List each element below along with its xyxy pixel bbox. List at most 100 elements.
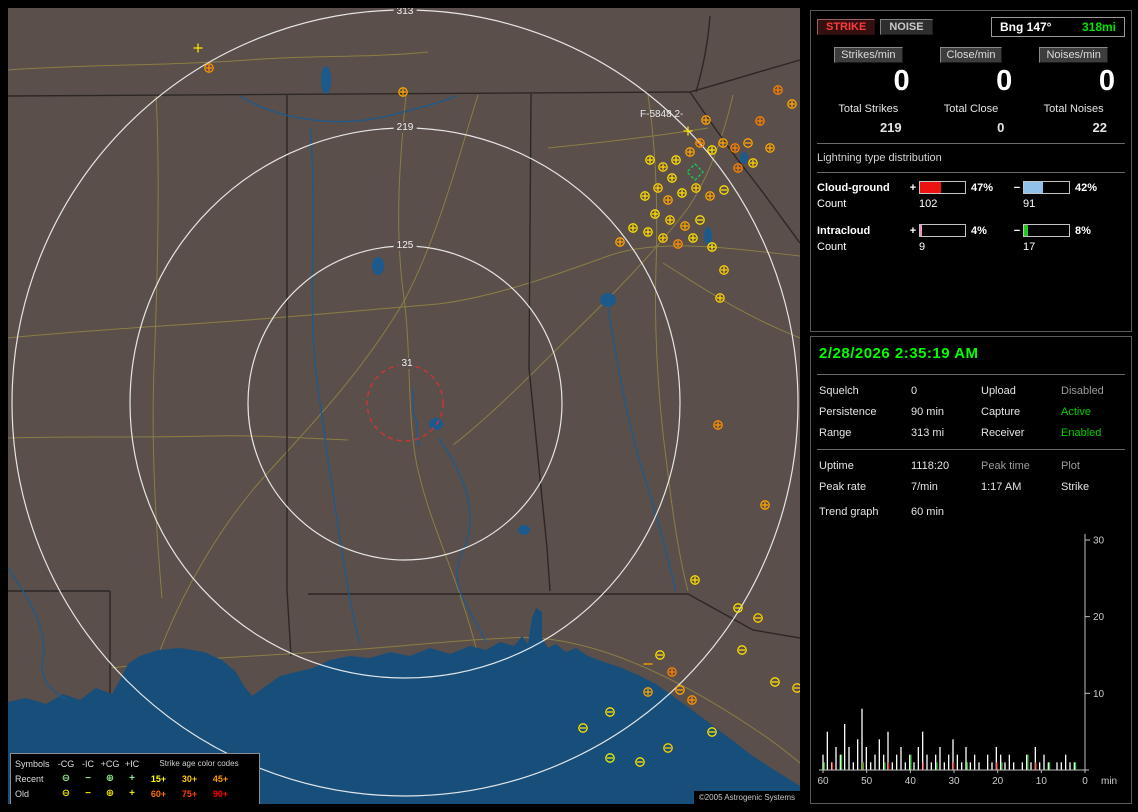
uptime-label: Uptime [819,460,854,472]
total-noises-value: 22 [1092,120,1107,136]
status-grid: Uptime 1118:20 Peak time Plot Peak rate … [817,458,1125,495]
persistence-value: 90 min [911,406,945,418]
legend-recent-row: Recent ⊖ − ⊕ + 15+ 30+ 45+ [15,771,255,786]
trend-graph-window: 60 min [911,506,945,518]
legend-col-neg-ic: -IC [82,758,94,769]
plus-sign: + [909,224,917,237]
ring-label-125: 125 [393,240,417,251]
cg-minus-percent: 42% [1075,181,1098,194]
ring-label-313: 313 [393,8,417,17]
app-window: 313 219 125 31 F-5848 2- Symbols -CG -IC… [0,0,1138,812]
svg-text:40: 40 [905,776,917,787]
cg-plus-percent: 47% [971,181,994,194]
cg-plus-bar [919,181,966,195]
legend-recent-label: Recent [15,773,44,784]
ic-minus-count: 17 [1023,241,1036,254]
cg-plus-count: 102 [919,198,938,211]
recent-neg-ic-icon: − [85,773,91,784]
recent-neg-cg-icon: ⊖ [61,773,71,784]
ring-label-31: 31 [398,358,416,369]
legend-old-row: Old ⊖ − ⊕ + 60+ 75+ 90+ [15,786,255,801]
trend-graph: 10 20 30 60 50 40 30 20 10 0 min [817,534,1117,787]
total-strikes: Total Strikes 219 [817,103,920,135]
range-value: 313 mi [911,427,945,439]
noises-per-min-button[interactable]: Noises/min [1039,47,1108,63]
old-neg-ic-icon: − [85,788,91,799]
noises-per-min-counter: Noises/min 0 [1022,47,1125,96]
age-code-45: 45+ [212,773,229,784]
minus-sign: − [1013,224,1021,237]
status-box: 2/28/2026 2:35:19 AM Squelch 0 Upload Di… [810,336,1132,804]
legend-old-label: Old [15,788,30,799]
strike-mode-button[interactable]: STRIKE [817,19,876,35]
total-strikes-value: 219 [879,120,902,136]
strikes-per-min-button[interactable]: Strikes/min [834,47,903,63]
bearing-range: 318mi [1081,20,1116,34]
legend-col-neg-cg: -CG [57,758,75,769]
distribution-title: Lightning type distribution [817,152,942,165]
svg-text:60: 60 [817,776,829,787]
svg-text:0: 0 [1082,776,1088,787]
map-legend: Symbols -CG -IC +CG +IC Strike age color… [10,753,260,804]
legend-col-pos-ic: +IC [124,758,140,769]
ring-label-219: 219 [393,122,417,133]
svg-text:10: 10 [1036,776,1048,787]
statistics-box: STRIKE NOISE Bng 147° 318mi Strikes/min … [810,10,1132,332]
uptime-value: 1118:20 [911,460,950,472]
total-strikes-label: Total Strikes [838,103,899,116]
old-neg-cg-icon: ⊖ [61,788,71,799]
peak-rate-value: 7/min [911,481,938,493]
ic-count-label: Count [817,241,847,254]
ic-plus-percent: 4% [971,224,987,237]
peak-time-label: Peak time [981,460,1030,472]
strikes-per-min-value: 0 [893,65,910,97]
minus-sign: − [1013,181,1021,194]
noise-mode-button[interactable]: NOISE [880,19,933,35]
cloud-ground-count-row: Count 102 91 [817,198,1125,210]
divider [817,449,1125,450]
close-per-min-value: 0 [996,65,1013,97]
cg-count-label: Count [817,198,847,211]
recent-pos-cg-icon: ⊕ [105,773,115,784]
legend-age-header: Strike age color codes [159,759,239,768]
close-per-min-counter: Close/min 0 [920,47,1023,96]
trend-graph-label: Trend graph [819,506,879,518]
settings-grid: Squelch 0 Upload Disabled Persistence 90… [817,383,1125,441]
age-code-15: 15+ [150,773,167,784]
total-noises-label: Total Noises [1043,103,1104,116]
svg-text:50: 50 [861,776,873,787]
plus-sign: + [909,181,917,194]
ic-plus-bar [919,224,966,238]
totals-row: Total Strikes 219 Total Close 0 Total No… [817,103,1125,135]
legend-header-row: Symbols -CG -IC +CG +IC Strike age color… [15,756,255,771]
intracloud-row: Intracloud + 4% − 8% [817,224,1125,238]
legend-symbols-header: Symbols [15,758,50,769]
age-code-30: 30+ [181,773,198,784]
divider [817,143,1125,145]
divider [817,374,1125,375]
bearing-label: Bng 147° [1000,20,1052,34]
mode-header-row: STRIKE NOISE Bng 147° 318mi [817,17,1125,37]
svg-text:20: 20 [992,776,1004,787]
svg-text:30: 30 [1093,536,1105,547]
persistence-label: Persistence [819,406,877,418]
upload-status: Disabled [1061,385,1104,397]
legend-col-pos-cg: +CG [100,758,120,769]
age-code-75: 75+ [181,788,198,799]
cloud-ground-label: Cloud-ground [817,181,890,194]
svg-text:10: 10 [1093,689,1105,700]
receiver-label: Receiver [981,427,1025,439]
capture-label: Capture [981,406,1021,418]
bearing-display: Bng 147° 318mi [991,17,1125,37]
svg-text:min: min [1101,776,1117,787]
total-close: Total Close 0 [920,103,1023,135]
old-pos-cg-icon: ⊕ [105,788,115,799]
intracloud-label: Intracloud [817,224,871,237]
squelch-label: Squelch [819,385,859,397]
recent-pos-ic-icon: + [129,773,135,784]
control-panel: STRIKE NOISE Bng 147° 318mi Strikes/min … [810,8,1132,804]
lightning-map[interactable]: 313 219 125 31 F-5848 2- Symbols -CG -IC… [8,8,800,804]
divider [817,172,1125,174]
close-per-min-button[interactable]: Close/min [939,47,1003,63]
trend-graph-row: Trend graph 60 min [817,504,1125,520]
